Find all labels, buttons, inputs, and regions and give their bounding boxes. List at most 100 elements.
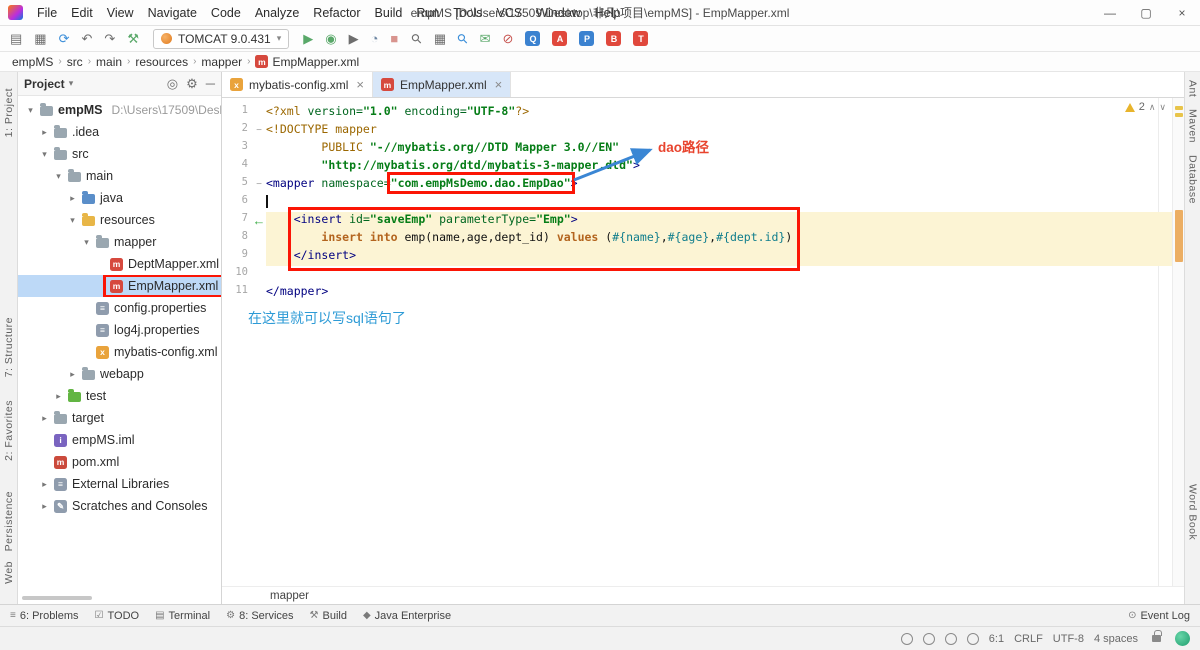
breadcrumb-item-resources[interactable]: resources: [133, 55, 190, 69]
search-everywhere-icon[interactable]: ⚲: [454, 29, 472, 47]
tree-item-idea[interactable]: ▸.idea: [18, 121, 221, 143]
line-number-8[interactable]: 8: [222, 230, 252, 248]
prev-warning-icon[interactable]: ∧: [1149, 102, 1156, 113]
mail-icon[interactable]: ✉: [480, 31, 491, 47]
breadcrumb-tag[interactable]: mapper: [270, 590, 309, 602]
status-crlf[interactable]: CRLF: [1014, 633, 1043, 645]
tab-empmapper-xml[interactable]: mEmpMapper.xml×: [373, 72, 511, 97]
chevron-open-icon[interactable]: ▾: [24, 105, 37, 116]
ide-status-avatar[interactable]: [1175, 631, 1190, 646]
menu-build[interactable]: Build: [369, 3, 409, 23]
chevron-open-icon[interactable]: ▾: [66, 215, 79, 226]
tree-item-resources[interactable]: ▾resources: [18, 209, 221, 231]
line-number-6[interactable]: 6: [222, 194, 252, 212]
tool-window-stripe-7-structure[interactable]: 7: Structure: [3, 317, 15, 377]
tree-item-mybatis-config-xml[interactable]: xmybatis-config.xml: [18, 341, 221, 363]
tool-window-button-6-problems[interactable]: ≡6: Problems: [10, 610, 79, 622]
plugin-icon-4[interactable]: B: [606, 31, 621, 46]
find-action-icon[interactable]: ⚲: [408, 29, 426, 47]
line-number-10[interactable]: 10: [222, 266, 252, 284]
menu-refactor[interactable]: Refactor: [307, 3, 366, 23]
tool-window-button-8-services[interactable]: ⚙8: Services: [226, 610, 293, 622]
code-line-8[interactable]: 8 insert into emp(name,age,dept_id) valu…: [222, 230, 1172, 248]
debug-icon[interactable]: ◉: [325, 31, 336, 47]
breadcrumb-item-mapper[interactable]: mapper: [199, 55, 244, 69]
plugin-icon-1[interactable]: Q: [525, 31, 540, 46]
tree-item-pom-xml[interactable]: mpom.xml: [18, 451, 221, 473]
tool-window-button-event-log[interactable]: ⊙Event Log: [1128, 610, 1190, 622]
tree-item-scratches-and-consoles[interactable]: ▸✎Scratches and Consoles: [18, 495, 221, 517]
tool-window-stripe-word-book[interactable]: Word Book: [1187, 484, 1199, 540]
locate-icon[interactable]: ◎: [167, 76, 178, 92]
code-line-10[interactable]: 10: [222, 266, 1172, 284]
menu-help[interactable]: Help: [589, 3, 627, 23]
editor-breadcrumb[interactable]: mapper: [222, 586, 1184, 604]
line-number-9[interactable]: 9: [222, 248, 252, 266]
save-all-icon[interactable]: ▦: [34, 31, 46, 47]
tree-item-target[interactable]: ▸target: [18, 407, 221, 429]
menu-edit[interactable]: Edit: [65, 3, 99, 23]
close-tab-icon[interactable]: ×: [356, 77, 364, 92]
chevron-open-icon[interactable]: ▾: [38, 149, 51, 160]
no-entry-icon[interactable]: ⊘: [503, 31, 514, 47]
tree-item-empmapper-xml[interactable]: mEmpMapper.xml: [18, 275, 221, 297]
chevron-closed-icon[interactable]: ▸: [66, 369, 79, 380]
tree-item-empms-iml[interactable]: iempMS.iml: [18, 429, 221, 451]
tree-item-mapper[interactable]: ▾mapper: [18, 231, 221, 253]
tool-window-stripe-database[interactable]: Database: [1187, 155, 1199, 204]
close-button[interactable]: ×: [1164, 0, 1200, 25]
status-utf-8[interactable]: UTF-8: [1053, 633, 1084, 645]
chevron-open-icon[interactable]: ▾: [52, 171, 65, 182]
fold-marker-icon[interactable]: −: [252, 122, 266, 140]
tree-item-src[interactable]: ▾src: [18, 143, 221, 165]
project-panel-header[interactable]: Project ▾ ◎⚙─: [18, 72, 221, 96]
chevron-closed-icon[interactable]: ▸: [52, 391, 65, 402]
tree-item-external-libraries[interactable]: ▸≡External Libraries: [18, 473, 221, 495]
settings-icon[interactable]: ⚙: [186, 76, 198, 92]
status-4-spaces[interactable]: 4 spaces: [1094, 633, 1138, 645]
line-number-11[interactable]: 11: [222, 284, 252, 302]
tool-window-stripe-persistence[interactable]: Persistence: [3, 491, 15, 551]
line-number-3[interactable]: 3: [222, 140, 252, 158]
chevron-closed-icon[interactable]: ▸: [38, 413, 51, 424]
tree-item-java[interactable]: ▸java: [18, 187, 221, 209]
chevron-closed-icon[interactable]: ▸: [66, 193, 79, 204]
tool-window-button-build[interactable]: ⚒Build: [310, 610, 347, 622]
horizontal-scrollbar[interactable]: [22, 596, 92, 600]
code-line-4[interactable]: 4 "http://mybatis.org/dtd/mybatis-3-mapp…: [222, 158, 1172, 176]
tool-window-button-todo[interactable]: ☑TODO: [95, 610, 140, 622]
breadcrumb-item-empms[interactable]: empMS: [10, 55, 55, 69]
breadcrumb-item-empmapper-xml[interactable]: mEmpMapper.xml: [253, 55, 361, 69]
tree-item-main[interactable]: ▾main: [18, 165, 221, 187]
plugin-status-icon-1[interactable]: [901, 633, 913, 645]
undo-icon[interactable]: ↶: [82, 31, 93, 47]
inspection-widget[interactable]: 2 ∧ ∨: [1125, 101, 1166, 113]
menu-tools[interactable]: Tools: [447, 3, 488, 23]
error-stripe-scrollbar[interactable]: [1172, 98, 1184, 586]
line-number-5[interactable]: 5: [222, 176, 252, 194]
status-6-1[interactable]: 6:1: [989, 633, 1004, 645]
line-number-4[interactable]: 4: [222, 158, 252, 176]
code-line-6[interactable]: 6: [222, 194, 1172, 212]
tree-item-deptmapper-xml[interactable]: mDeptMapper.xml: [18, 253, 221, 275]
menu-view[interactable]: View: [101, 3, 140, 23]
code-editor[interactable]: 1<?xml version="1.0" encoding="UTF-8"?>2…: [222, 98, 1184, 586]
build-hammer-icon[interactable]: ⚒: [127, 31, 139, 47]
run-icon[interactable]: ▶: [303, 31, 313, 47]
next-warning-icon[interactable]: ∨: [1159, 102, 1166, 113]
tool-window-stripe-maven[interactable]: Maven: [1187, 109, 1199, 143]
tool-window-stripe-1-project[interactable]: 1: Project: [3, 88, 15, 137]
code-line-7[interactable]: 7← <insert id="saveEmp" parameterType="E…: [222, 212, 1172, 230]
menu-vcs[interactable]: VCS: [490, 3, 528, 23]
plugin-icon-5[interactable]: T: [633, 31, 648, 46]
chevron-closed-icon[interactable]: ▸: [38, 479, 51, 490]
breadcrumb-item-main[interactable]: main: [94, 55, 124, 69]
code-lines[interactable]: 1<?xml version="1.0" encoding="UTF-8"?>2…: [222, 104, 1172, 302]
tool-window-button-terminal[interactable]: ▤Terminal: [155, 610, 210, 622]
breadcrumb-item-src[interactable]: src: [65, 55, 85, 69]
menu-run[interactable]: Run: [410, 3, 445, 23]
redo-icon[interactable]: ↷: [104, 31, 115, 47]
project-structure-icon[interactable]: ▦: [434, 31, 446, 47]
tab-mybatis-config-xml[interactable]: xmybatis-config.xml×: [222, 72, 373, 97]
run-configuration-select[interactable]: TOMCAT 9.0.431 ▾: [153, 29, 289, 49]
